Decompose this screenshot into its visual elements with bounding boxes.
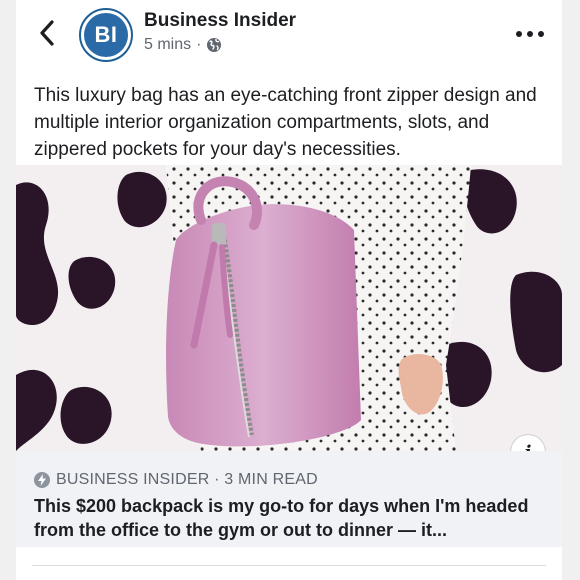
page-avatar[interactable]: BI <box>79 8 133 62</box>
more-options-button[interactable] <box>516 24 544 44</box>
section-divider <box>32 565 546 566</box>
more-horizontal-icon <box>527 31 533 37</box>
lightning-bolt-icon <box>34 472 50 488</box>
page-name[interactable]: Business Insider <box>144 10 296 32</box>
backpack-photo <box>16 165 562 451</box>
back-button[interactable] <box>34 18 60 48</box>
source-text: BUSINESS INSIDER · 3 MIN READ <box>56 471 318 488</box>
globe-icon <box>207 38 222 52</box>
post-header: BI Business Insider 5 mins · <box>16 0 562 72</box>
more-horizontal-icon <box>516 31 522 37</box>
link-headline[interactable]: This $200 backpack is my go-to for days … <box>34 494 544 542</box>
post-meta: 5 mins · <box>144 36 222 54</box>
more-horizontal-icon <box>538 31 544 37</box>
chevron-left-icon <box>40 20 54 46</box>
post-image[interactable] <box>16 165 562 451</box>
link-source: BUSINESS INSIDER · 3 MIN READ <box>34 471 318 489</box>
meta-separator: · <box>196 36 202 53</box>
link-preview[interactable]: BUSINESS INSIDER · 3 MIN READ This $200 … <box>16 451 562 547</box>
post-card: BI Business Insider 5 mins · This luxury… <box>16 0 562 580</box>
post-timestamp[interactable]: 5 mins <box>144 36 191 54</box>
avatar-logo: BI <box>84 13 128 57</box>
avatar-initials: BI <box>94 22 118 47</box>
post-body-text: This luxury bag has an eye-catching fron… <box>34 85 537 160</box>
